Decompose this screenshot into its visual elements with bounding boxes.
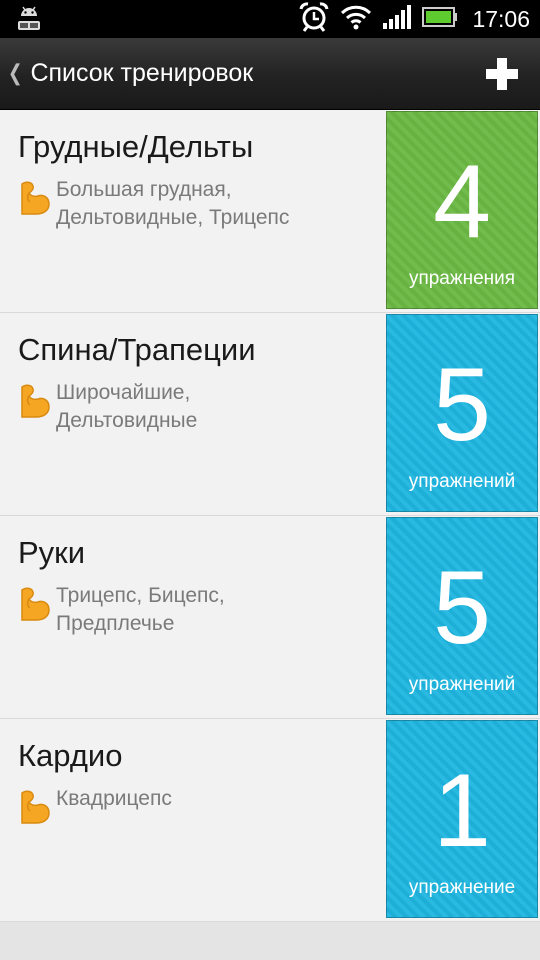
plus-icon: [486, 58, 518, 90]
workout-info: Руки Трицепс, Бицепс, Предплечье: [18, 534, 380, 638]
exercise-count-tile[interactable]: 1 упражнение: [386, 720, 538, 918]
flexed-biceps-icon: [21, 587, 50, 621]
muscle-group-line: Большая грудная, Дельтовидные, Трицепс: [18, 176, 380, 232]
wifi-icon: [340, 3, 372, 35]
flexed-biceps-icon: [21, 181, 50, 215]
exercise-count: 1: [433, 753, 491, 869]
exercise-count: 4: [433, 144, 491, 260]
exercise-count-label: упражнений: [408, 674, 516, 695]
android-robot-toggle-icon: [14, 4, 44, 34]
back-button[interactable]: ❮ Список тренировок: [0, 38, 253, 109]
exercise-count-label: упражнение: [408, 877, 516, 898]
muscle-group-line: Квадрицепс: [18, 785, 380, 827]
workout-name: Руки: [18, 535, 86, 570]
workout-row[interactable]: Спина/Трапеции Широчайшие, Дельтовидные …: [0, 313, 540, 516]
muscle-groups: Квадрицепс: [56, 787, 172, 810]
exercise-count: 5: [433, 550, 491, 666]
workout-info: Грудные/Дельты Большая грудная, Дельтови…: [18, 128, 380, 232]
muscle-groups: Большая грудная, Дельтовидные, Трицепс: [56, 178, 290, 229]
battery-icon: [422, 6, 458, 32]
page-title: Список тренировок: [30, 59, 254, 87]
status-bar: 17:06: [0, 0, 540, 38]
exercise-count-tile[interactable]: 5 упражнений: [386, 314, 538, 512]
workout-list: Грудные/Дельты Большая грудная, Дельтови…: [0, 110, 540, 922]
workout-name: Спина/Трапеции: [18, 332, 256, 367]
workout-name: Грудные/Дельты: [18, 129, 254, 164]
workout-row[interactable]: Руки Трицепс, Бицепс, Предплечье 5 упраж…: [0, 516, 540, 719]
muscle-group-line: Трицепс, Бицепс, Предплечье: [18, 582, 380, 638]
workout-name: Кардио: [18, 738, 123, 773]
exercise-count-label: упражнения: [408, 268, 516, 289]
muscle-groups: Трицепс, Бицепс, Предплечье: [56, 584, 225, 635]
add-workout-button[interactable]: [474, 48, 530, 100]
exercise-count: 5: [433, 347, 491, 463]
flexed-biceps-icon: [21, 384, 50, 418]
workout-info: Спина/Трапеции Широчайшие, Дельтовидные: [18, 331, 380, 435]
status-time: 17:06: [472, 5, 530, 32]
signal-icon: [382, 4, 412, 34]
action-bar: ❮ Список тренировок: [0, 38, 540, 110]
flexed-biceps-icon: [21, 790, 50, 824]
alarm-icon: [298, 1, 330, 37]
chevron-left-icon: ❮: [7, 61, 23, 86]
exercise-count-tile[interactable]: 5 упражнений: [386, 517, 538, 715]
exercise-count-label: упражнений: [408, 471, 516, 492]
muscle-group-line: Широчайшие, Дельтовидные: [18, 379, 380, 435]
muscle-groups: Широчайшие, Дельтовидные: [56, 381, 198, 432]
workout-row[interactable]: Грудные/Дельты Большая грудная, Дельтови…: [0, 110, 540, 313]
workout-row[interactable]: Кардио Квадрицепс 1 упражнение: [0, 719, 540, 922]
exercise-count-tile[interactable]: 4 упражнения: [386, 111, 538, 309]
workout-info: Кардио Квадрицепс: [18, 737, 380, 827]
